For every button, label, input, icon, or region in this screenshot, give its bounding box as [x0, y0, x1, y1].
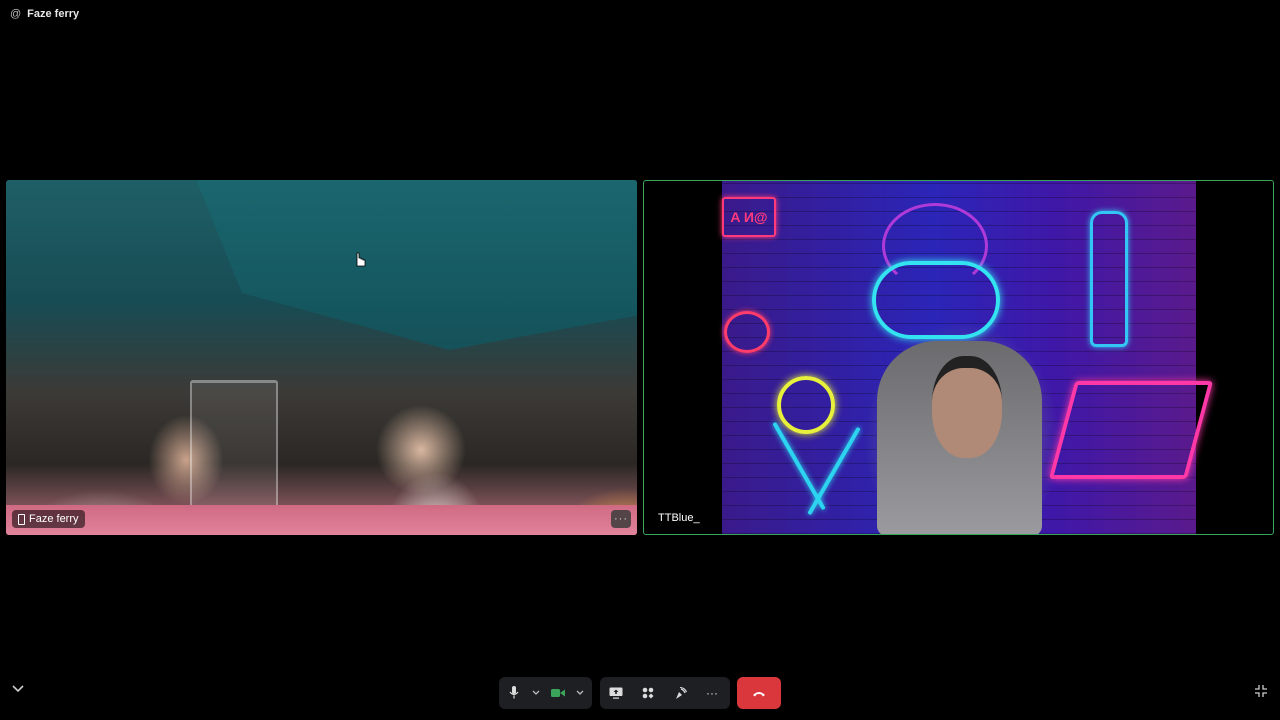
neon-headphones — [872, 261, 1000, 339]
person-head — [932, 356, 1002, 458]
participant-name: Faze ferry — [29, 513, 79, 525]
neon-cherry — [724, 311, 770, 353]
umbrella-background — [196, 180, 637, 350]
participant-name: TTBlue_ — [658, 512, 700, 524]
at-icon: @ — [10, 8, 22, 20]
hang-up-button[interactable] — [737, 677, 781, 709]
exit-fullscreen-icon[interactable] — [1255, 685, 1267, 700]
participant-name-tag: TTBlue_ — [652, 509, 706, 527]
mouse-cursor-icon — [355, 252, 366, 268]
chevron-down-icon[interactable] — [529, 677, 543, 709]
phone-icon — [18, 513, 25, 525]
neon-bottle — [1090, 211, 1128, 347]
chevron-down-icon[interactable] — [573, 677, 587, 709]
participant-tile-ttblue[interactable]: A И@ TTBlue_ — [643, 180, 1274, 535]
table — [6, 505, 637, 535]
soundboard-icon[interactable] — [664, 677, 696, 709]
audio-video-controls — [499, 677, 592, 709]
glass — [190, 380, 278, 515]
neon-stick — [807, 426, 861, 516]
screen-share-icon[interactable] — [600, 677, 632, 709]
neon-sign: A И@ — [722, 197, 776, 237]
hang-up-icon — [753, 691, 765, 696]
participant-video: A И@ — [722, 181, 1214, 534]
call-header: @ Faze ferry — [10, 8, 79, 20]
participant-name-tag: Faze ferry — [12, 510, 85, 528]
participant-video — [6, 180, 637, 535]
participant-tile-faze-ferry[interactable]: Faze ferry ··· — [6, 180, 637, 535]
microphone-icon[interactable] — [499, 677, 529, 709]
more-options-button[interactable]: ··· — [696, 677, 728, 709]
call-actions: ··· — [600, 677, 730, 709]
neon-arrow — [1048, 381, 1214, 479]
neon-lollipop — [777, 376, 835, 434]
camera-icon[interactable] — [543, 677, 573, 709]
chevron-down-icon[interactable] — [12, 685, 24, 696]
activities-icon[interactable] — [632, 677, 664, 709]
call-title: Faze ferry — [27, 8, 80, 20]
tile-more-button[interactable]: ··· — [611, 510, 631, 528]
